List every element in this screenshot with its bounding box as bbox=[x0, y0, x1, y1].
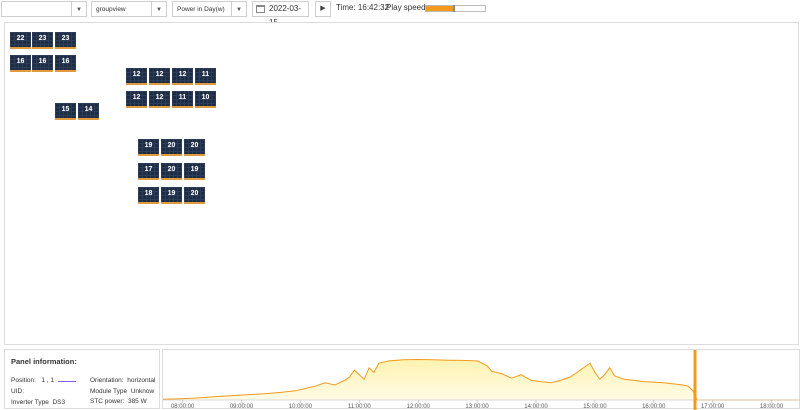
panel-power-value: 12 bbox=[155, 71, 164, 78]
module-type-row: Module Type Unknow bbox=[90, 388, 155, 395]
solar-panel[interactable]: 11 bbox=[172, 91, 193, 108]
metric-select[interactable]: Power in Day(w) ▼ bbox=[172, 1, 247, 17]
view-select-value: groupview bbox=[96, 6, 126, 13]
calendar-icon bbox=[256, 5, 265, 13]
chevron-down-icon: ▼ bbox=[151, 2, 166, 16]
panel-power-value: 18 bbox=[144, 190, 153, 197]
solar-panel[interactable]: 12 bbox=[126, 91, 147, 108]
panel-layout-canvas[interactable]: 22 23 23 16 16 16 12 12 12 11 12 12 11 10 15 14 19 20 20 17… bbox=[4, 22, 799, 345]
time-cursor[interactable] bbox=[693, 350, 697, 410]
solar-panel[interactable]: 14 bbox=[78, 103, 99, 120]
play-speed-fill bbox=[426, 6, 453, 11]
play-speed-label: Play speed: bbox=[386, 3, 428, 12]
orientation-row: Orientation: horizontal bbox=[90, 377, 156, 384]
panel-power-value: 19 bbox=[190, 166, 199, 173]
panel-info-title: Panel information: bbox=[11, 357, 77, 366]
uid-row: UID: bbox=[11, 388, 24, 395]
position-marker bbox=[57, 381, 76, 382]
x-tick-label: 12:00:00 bbox=[407, 404, 431, 410]
solar-panel[interactable]: 16 bbox=[10, 55, 31, 72]
solar-panel[interactable]: 12 bbox=[172, 68, 193, 85]
solar-panel[interactable]: 20 bbox=[161, 139, 182, 156]
solar-panel[interactable]: 15 bbox=[55, 103, 76, 120]
panel-power-value: 12 bbox=[132, 94, 141, 101]
metric-select-value: Power in Day(w) bbox=[177, 6, 225, 13]
solar-panel[interactable]: 23 bbox=[32, 32, 53, 49]
orientation-value: horizontal bbox=[127, 377, 156, 384]
panel-power-value: 12 bbox=[155, 94, 164, 101]
x-tick-label: 15:00:00 bbox=[583, 404, 607, 410]
x-tick-label: 17:00:00 bbox=[701, 404, 725, 410]
panel-info-box: Panel information: Position: 1 , 1 UID: … bbox=[4, 349, 160, 409]
x-tick-label: 13:00:00 bbox=[465, 404, 489, 410]
panel-power-value: 12 bbox=[132, 71, 141, 78]
solar-panel[interactable]: 20 bbox=[184, 139, 205, 156]
panel-power-value: 17 bbox=[144, 166, 153, 173]
play-speed-handle[interactable] bbox=[452, 5, 455, 12]
solar-panel[interactable]: 12 bbox=[149, 91, 170, 108]
x-tick-label: 14:00:00 bbox=[524, 404, 548, 410]
position-row: Position: 1 , 1 bbox=[11, 377, 76, 384]
chevron-down-icon: ▼ bbox=[231, 2, 246, 16]
x-tick-label: 18:00:00 bbox=[760, 404, 784, 410]
panel-power-value: 14 bbox=[84, 106, 93, 113]
solar-panel[interactable]: 20 bbox=[184, 187, 205, 204]
solar-panel[interactable]: 16 bbox=[55, 55, 76, 72]
date-picker[interactable]: 2022-03-15 bbox=[252, 1, 309, 27]
chevron-down-icon: ▼ bbox=[71, 2, 86, 16]
play-icon: ▶ bbox=[320, 5, 326, 12]
play-button[interactable]: ▶ bbox=[315, 1, 331, 17]
solar-panel[interactable]: 10 bbox=[195, 91, 216, 108]
solar-panel[interactable]: 11 bbox=[195, 68, 216, 85]
x-tick-label: 08:00:00 bbox=[171, 404, 195, 410]
panel-power-value: 22 bbox=[16, 35, 25, 42]
stc-power-row: STC power: 385 W bbox=[90, 398, 147, 405]
x-tick-label: 11:00:00 bbox=[348, 404, 372, 410]
inverter-value: DS3 bbox=[52, 399, 66, 406]
power-chart[interactable]: 08:00:00 09:00:00 10:00:00 11:00:00 12:00:00… bbox=[162, 349, 800, 410]
position-value: 1 , 1 bbox=[41, 377, 55, 384]
panel-power-value: 23 bbox=[38, 35, 47, 42]
panel-power-value: 20 bbox=[190, 190, 199, 197]
site-select[interactable]: ▼ bbox=[1, 1, 87, 17]
panel-power-value: 19 bbox=[167, 190, 176, 197]
panel-power-value: 16 bbox=[16, 58, 25, 65]
panel-power-value: 19 bbox=[144, 142, 153, 149]
panel-power-value: 23 bbox=[61, 35, 70, 42]
panel-power-value: 10 bbox=[201, 94, 210, 101]
toolbar: ▼ groupview ▼ Power in Day(w) ▼ 2022-03-… bbox=[0, 0, 800, 27]
solar-panel[interactable]: 12 bbox=[126, 68, 147, 85]
panel-power-value: 16 bbox=[38, 58, 47, 65]
solar-panel[interactable]: 22 bbox=[10, 32, 31, 49]
power-chart-svg: 08:00:00 09:00:00 10:00:00 11:00:00 12:00:00… bbox=[163, 350, 800, 410]
view-select[interactable]: groupview ▼ bbox=[91, 1, 167, 17]
panel-power-value: 16 bbox=[61, 58, 70, 65]
x-tick-label: 09:00:00 bbox=[230, 404, 254, 410]
panel-power-value: 20 bbox=[167, 166, 176, 173]
panel-power-value: 20 bbox=[190, 142, 199, 149]
play-speed-slider[interactable] bbox=[425, 5, 486, 12]
panel-power-value: 12 bbox=[178, 71, 187, 78]
solar-panel[interactable]: 17 bbox=[138, 163, 159, 180]
time-label: Time: 16:42:32 bbox=[336, 3, 390, 12]
solar-panel[interactable]: 23 bbox=[55, 32, 76, 49]
solar-panel[interactable]: 18 bbox=[138, 187, 159, 204]
x-tick-label: 10:00:00 bbox=[289, 404, 313, 410]
solar-panel[interactable]: 19 bbox=[184, 163, 205, 180]
solar-panel[interactable]: 12 bbox=[149, 68, 170, 85]
solar-panel[interactable]: 19 bbox=[161, 187, 182, 204]
solar-panel[interactable]: 19 bbox=[138, 139, 159, 156]
bottom-area: Panel information: Position: 1 , 1 UID: … bbox=[4, 349, 800, 410]
inverter-row: Inverter Type DS3 bbox=[11, 399, 66, 406]
panel-power-value: 11 bbox=[178, 94, 187, 101]
solar-panel[interactable]: 16 bbox=[32, 55, 53, 72]
panel-power-value: 11 bbox=[201, 71, 210, 78]
stc-power-value: 385 W bbox=[127, 398, 147, 405]
x-tick-label: 16:00:00 bbox=[642, 404, 666, 410]
panel-power-value: 20 bbox=[167, 142, 176, 149]
solar-panel[interactable]: 20 bbox=[161, 163, 182, 180]
module-type-value: Unknow bbox=[130, 388, 155, 395]
panel-power-value: 15 bbox=[61, 106, 70, 113]
